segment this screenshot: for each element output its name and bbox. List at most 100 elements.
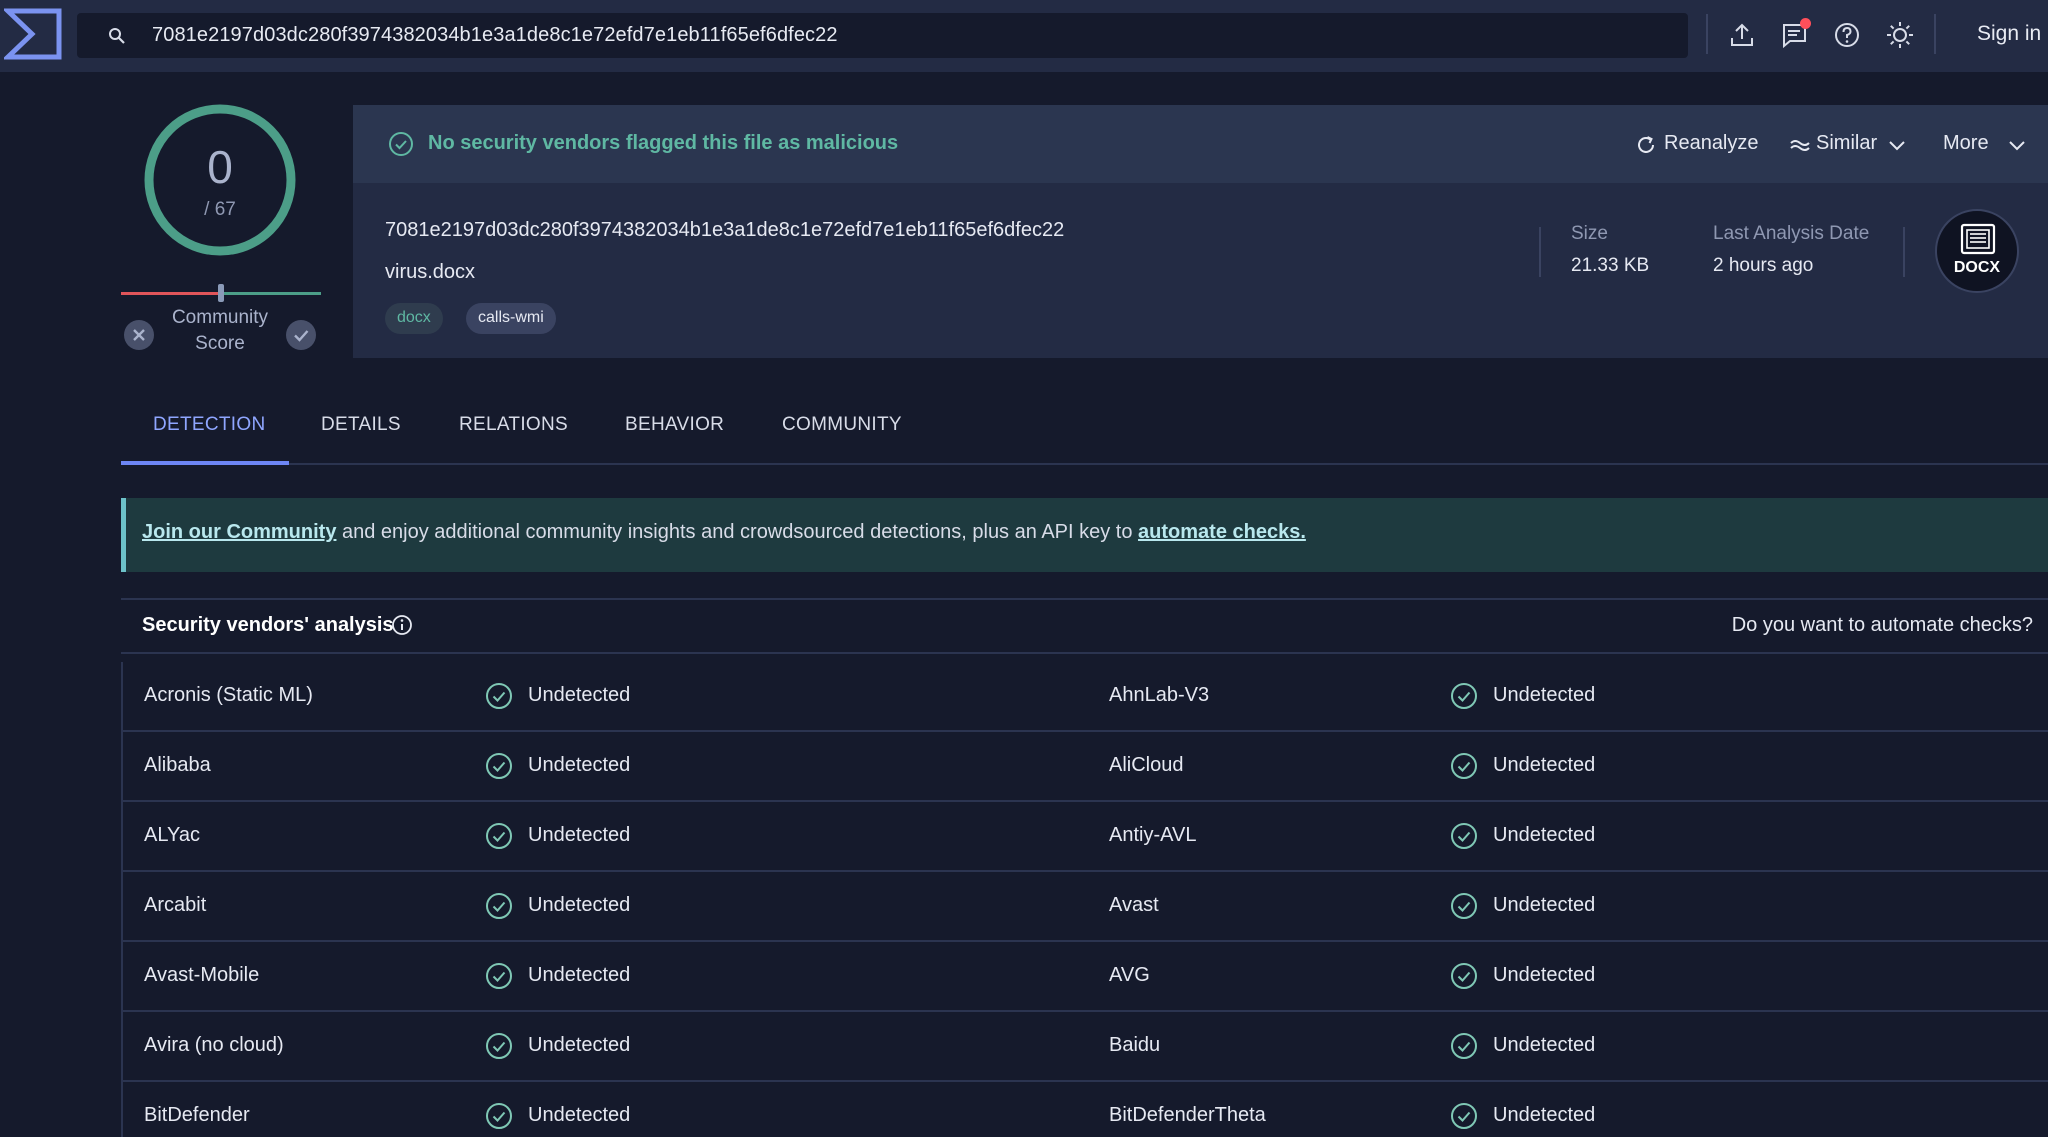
vote-harmless-button[interactable] xyxy=(286,320,316,350)
check-circle-icon xyxy=(486,1103,512,1129)
vendor-status: Undetected xyxy=(528,1104,631,1126)
tabs-divider xyxy=(121,463,2048,465)
more-button[interactable]: More xyxy=(1943,132,1989,155)
check-circle-icon xyxy=(486,823,512,849)
vendor-name: Alibaba xyxy=(144,754,211,776)
check-circle-icon xyxy=(1451,893,1477,919)
tag-docx[interactable]: docx xyxy=(385,303,443,334)
vendor-status: Undetected xyxy=(1493,1104,1596,1126)
chevron-down-icon[interactable] xyxy=(2006,134,2028,156)
vendor-status: Undetected xyxy=(528,894,631,916)
check-circle-icon xyxy=(486,1033,512,1059)
check-circle-icon xyxy=(1451,683,1477,709)
vendors-title: Security vendors' analysis xyxy=(142,614,394,636)
vendor-name: Antiy-AVL xyxy=(1109,824,1197,846)
upload-icon[interactable] xyxy=(1727,20,1757,50)
file-summary-panel: No security vendors flagged this file as… xyxy=(353,105,2048,358)
divider xyxy=(1903,227,1905,277)
last-analysis-value: 2 hours ago xyxy=(1713,255,1814,276)
vendor-name: AhnLab-V3 xyxy=(1109,684,1210,706)
vote-malicious-button[interactable] xyxy=(124,320,154,350)
notification-dot-icon xyxy=(1800,18,1811,29)
check-circle-icon xyxy=(486,753,512,779)
vendor-name: AliCloud xyxy=(1109,754,1184,776)
summary-header: No security vendors flagged this file as… xyxy=(353,105,2048,183)
tab-details[interactable]: DETAILS xyxy=(321,414,401,436)
vendor-status: Undetected xyxy=(528,964,631,986)
theme-sun-icon[interactable] xyxy=(1885,20,1915,50)
automate-checks-question[interactable]: Do you want to automate checks? xyxy=(1732,614,2033,637)
vendor-name: Avast xyxy=(1109,894,1159,916)
size-label: Size xyxy=(1571,223,1608,244)
vendor-status: Undetected xyxy=(528,754,631,776)
check-circle-icon xyxy=(1451,1033,1477,1059)
status-message: No security vendors flagged this file as… xyxy=(428,132,899,154)
vendor-status: Undetected xyxy=(528,684,631,706)
size-value: 21.33 KB xyxy=(1571,255,1650,276)
tab-behavior[interactable]: BEHAVIOR xyxy=(625,414,724,436)
tag-calls-wmi[interactable]: calls-wmi xyxy=(466,303,556,334)
vendor-status: Undetected xyxy=(1493,1034,1596,1056)
table-row: Avast-Mobile Undetected AVG Undetected xyxy=(123,942,2048,1012)
vendors-table: Acronis (Static ML) Undetected AhnLab-V3… xyxy=(121,662,2048,1137)
search-bar[interactable]: 7081e2197d03dc280f3974382034b1e3a1de8c1e… xyxy=(77,13,1688,58)
check-icon xyxy=(294,330,309,342)
table-row: Arcabit Undetected Avast Undetected xyxy=(123,872,2048,942)
banner-message: and enjoy additional community insights … xyxy=(336,521,1139,543)
vendor-name: BitDefender xyxy=(144,1104,250,1126)
vendor-status: Undetected xyxy=(1493,684,1596,706)
check-circle-icon xyxy=(1451,823,1477,849)
search-input[interactable]: 7081e2197d03dc280f3974382034b1e3a1de8c1e… xyxy=(152,24,838,47)
chevron-down-icon[interactable] xyxy=(1886,134,1908,156)
vendor-status: Undetected xyxy=(528,1034,631,1056)
join-community-link[interactable]: Join our Community xyxy=(142,521,336,543)
divider xyxy=(1706,14,1708,54)
search-icon xyxy=(109,28,125,44)
detection-total: / 67 xyxy=(204,199,236,220)
community-banner-text: Join our Community and enjoy additional … xyxy=(142,521,1306,544)
info-icon[interactable] xyxy=(391,614,413,636)
tab-community[interactable]: COMMUNITY xyxy=(782,414,902,436)
file-type-label: DOCX xyxy=(1953,259,2001,276)
refresh-icon[interactable] xyxy=(1635,134,1657,156)
similar-icon[interactable] xyxy=(1789,134,1811,156)
vendor-name: Arcabit xyxy=(144,894,207,916)
tab-relations[interactable]: RELATIONS xyxy=(459,414,568,436)
file-type-badge: DOCX xyxy=(1935,209,2019,293)
table-row: Acronis (Static ML) Undetected AhnLab-V3… xyxy=(123,662,2048,732)
detection-count: 0 xyxy=(207,141,233,193)
table-row: BitDefender Undetected BitDefenderTheta … xyxy=(123,1082,2048,1137)
document-icon xyxy=(1960,223,1996,255)
similar-button[interactable]: Similar xyxy=(1816,132,1877,155)
vendor-name: AVG xyxy=(1109,964,1150,986)
check-circle-icon xyxy=(1451,753,1477,779)
logo-icon[interactable] xyxy=(4,8,62,60)
check-circle-icon xyxy=(486,963,512,989)
check-circle-icon xyxy=(486,893,512,919)
community-score-marker xyxy=(218,284,224,302)
reanalyze-button[interactable]: Reanalyze xyxy=(1664,132,1759,155)
vendor-name: ALYac xyxy=(144,824,200,846)
vendor-name: BitDefenderTheta xyxy=(1109,1104,1266,1126)
check-circle-icon xyxy=(389,132,413,156)
tab-detection[interactable]: DETECTION xyxy=(153,414,265,436)
vendor-status: Undetected xyxy=(528,824,631,846)
close-icon xyxy=(133,329,145,341)
vendor-name: Avira (no cloud) xyxy=(144,1034,284,1056)
last-analysis-label: Last Analysis Date xyxy=(1713,223,1870,244)
table-row: Avira (no cloud) Undetected Baidu Undete… xyxy=(123,1012,2048,1082)
automate-checks-link[interactable]: automate checks. xyxy=(1138,521,1306,543)
divider xyxy=(1934,14,1936,54)
help-icon[interactable] xyxy=(1832,20,1862,50)
table-row: ALYac Undetected Antiy-AVL Undetected xyxy=(123,802,2048,872)
top-bar: 7081e2197d03dc280f3974382034b1e3a1de8c1e… xyxy=(0,0,2048,72)
vendor-name: Acronis (Static ML) xyxy=(144,684,313,706)
sign-in-link[interactable]: Sign in xyxy=(1977,22,2041,46)
vendor-status: Undetected xyxy=(1493,754,1596,776)
file-hash: 7081e2197d03dc280f3974382034b1e3a1de8c1e… xyxy=(385,219,1065,241)
vendor-status: Undetected xyxy=(1493,964,1596,986)
file-name: virus.docx xyxy=(385,261,476,283)
active-tab-indicator xyxy=(121,461,289,465)
divider xyxy=(1539,227,1541,277)
vendor-name: Avast-Mobile xyxy=(144,964,260,986)
